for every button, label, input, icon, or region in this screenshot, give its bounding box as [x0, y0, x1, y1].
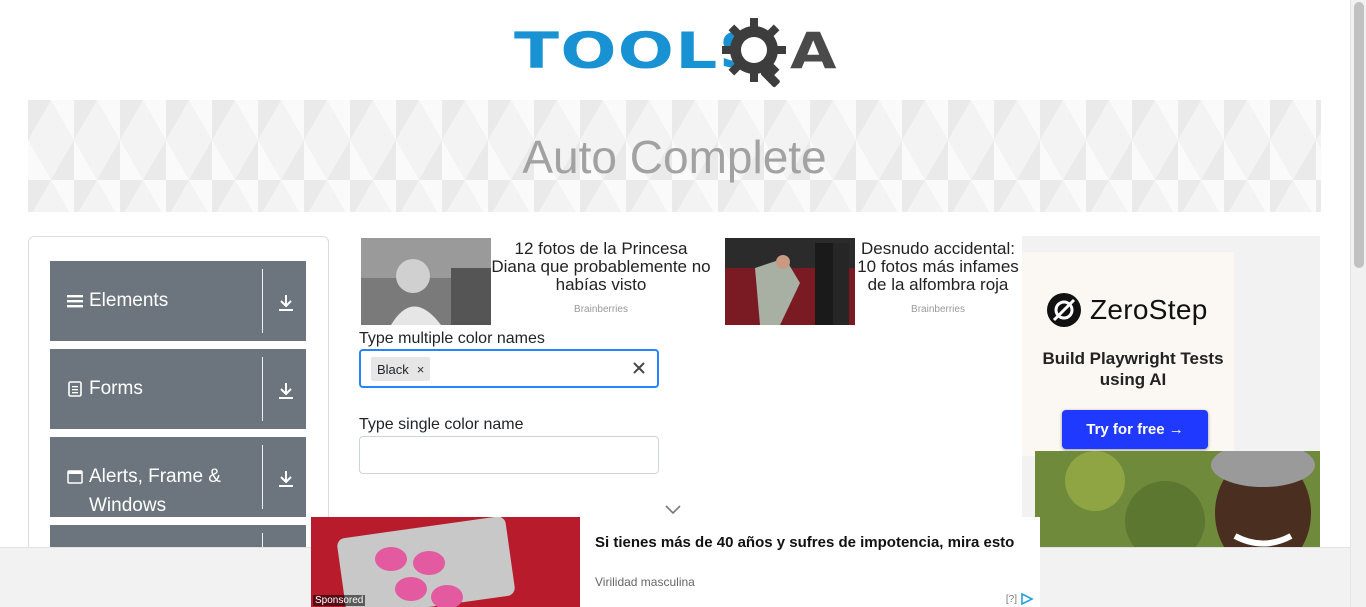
zerostep-logo-icon [1047, 293, 1081, 327]
ad-photo [725, 238, 855, 325]
ad-photo [361, 238, 491, 325]
single-color-input[interactable] [359, 436, 659, 474]
bottom-ad-title[interactable]: Si tienes más de 40 años y sufres de imp… [595, 533, 1025, 553]
hamburger-icon [67, 295, 83, 308]
page-title: Auto Complete [522, 131, 827, 183]
multi-color-input[interactable]: Black × [359, 349, 659, 388]
clear-icon[interactable] [631, 360, 647, 376]
color-chip: Black × [371, 357, 431, 381]
ad-source: Brainberries [574, 304, 628, 315]
sidebar-group-elements[interactable]: Elements [50, 261, 306, 341]
window-icon [67, 470, 83, 484]
toolsqa-logo[interactable]: TOOLS A [514, 16, 838, 92]
sidebar-group-forms[interactable]: Forms [50, 349, 306, 429]
ad-info[interactable]: [?] [1006, 593, 1034, 605]
logo-letter-a: A [790, 22, 837, 80]
sidebar-group-label: Alerts, Frame & Windows [89, 466, 221, 516]
chevron-down-icon[interactable] [665, 503, 681, 515]
sponsored-badge: Sponsored [313, 595, 366, 606]
multi-color-label: Type multiple color names [359, 330, 545, 347]
single-color-label: Type single color name [359, 416, 524, 433]
ad-source: Brainberries [911, 304, 965, 315]
ad-info-label: [?] [1005, 593, 1017, 605]
page: TOOLS A Auto Complete Elements Forms Ale… [0, 0, 1366, 607]
page-banner: Auto Complete [28, 100, 1321, 212]
sidebar: Elements Forms Alerts, Frame & Windows [28, 236, 329, 576]
chip-remove-icon[interactable]: × [415, 362, 431, 377]
download-icon[interactable] [276, 469, 296, 489]
ad-photo [1035, 451, 1320, 549]
try-for-free-button[interactable]: Try for free → [1062, 410, 1208, 449]
ad-card[interactable]: 12 fotos de la Princesa Diana que probab… [361, 238, 711, 326]
ad-title: Desnudo accidental: 10 fotos más infames… [857, 239, 1019, 294]
sidebar-group-alerts-frame-windows[interactable]: Alerts, Frame & Windows [50, 437, 306, 517]
zerostep-card: ZeroStep Build Playwright Tests using AI… [1022, 252, 1234, 456]
vertical-scrollbar[interactable] [1350, 0, 1366, 607]
sidebar-group-label: Forms [89, 378, 143, 399]
sidebar-group-label: Elements [89, 290, 169, 311]
divider [262, 269, 263, 333]
download-icon[interactable] [276, 381, 296, 401]
zerostep-ad[interactable]: ZeroStep Build Playwright Tests using AI… [1022, 236, 1320, 549]
download-icon[interactable] [276, 293, 296, 313]
divider [262, 357, 263, 421]
scrollbar-thumb[interactable] [1354, 2, 1364, 268]
adchoices-icon [1021, 593, 1034, 605]
divider [262, 445, 263, 509]
ad-card[interactable]: Desnudo accidental: 10 fotos más infames… [725, 238, 1021, 326]
document-icon [68, 381, 82, 397]
bottom-ad-source: Virilidad masculina [595, 575, 695, 589]
ad-title: 12 fotos de la Princesa Diana que probab… [491, 239, 711, 294]
ad-photo [311, 517, 580, 607]
gear-magnifier-icon [722, 18, 786, 88]
bottom-ad[interactable]: Sponsored Si tienes más de 40 años y suf… [311, 517, 1040, 607]
zerostep-tagline: Build Playwright Tests using AI [1042, 349, 1224, 389]
chip-label: Black [377, 361, 409, 377]
zerostep-brand: ZeroStep [1090, 294, 1208, 325]
